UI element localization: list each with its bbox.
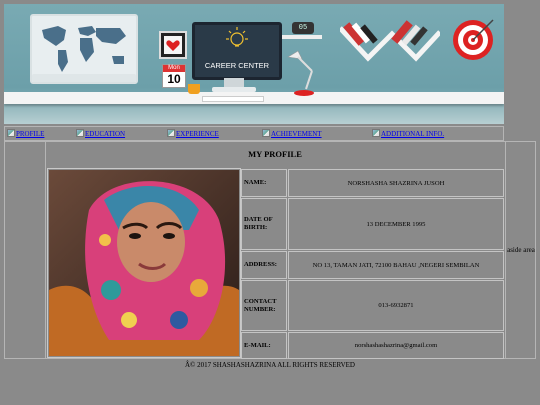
monitor-screen: CAREER CENTER — [192, 22, 282, 80]
info-label: E-MAIL: — [241, 332, 287, 359]
calendar-icon: Mon 10 — [162, 64, 186, 88]
info-value: norshashashazrina@gmail.com — [288, 332, 504, 359]
banner-desk-front — [4, 104, 504, 124]
left-empty-cell — [5, 142, 46, 358]
info-value: 13 DECEMBER 1995 — [288, 198, 504, 250]
profile-photo — [47, 168, 241, 358]
calendar-day: 10 — [167, 72, 181, 86]
profile-photo-image — [49, 170, 239, 356]
nav-link-label: EXPERIENCE — [176, 130, 219, 138]
info-row-name: NAME: NORSHASHA SHAZRINA JUSOH — [241, 168, 505, 197]
digital-clock: 05 — [292, 22, 314, 34]
map-board-stand — [32, 74, 136, 82]
info-row-address: ADDRESS: NO 13, TAMAN JATI, 72100 BAHAU … — [241, 250, 505, 279]
nav-link-achievement[interactable]: ACHIEVEMENT — [262, 129, 322, 138]
desk-lamp-icon — [287, 50, 314, 96]
nav-link-education[interactable]: EDUCATION — [76, 129, 125, 138]
broken-image-icon — [372, 129, 380, 137]
nav-link-profile[interactable]: PROFILE — [7, 129, 44, 138]
broken-image-icon — [76, 129, 84, 137]
info-label: NAME: — [241, 169, 287, 197]
info-value: NO 13, TAMAN JATI, 72100 BAHAU ,NEGERI S… — [288, 251, 504, 279]
nav-link-label: ADDITIONAL INFO. — [381, 130, 445, 138]
nav-link-label: PROFILE — [16, 130, 45, 138]
info-value: NORSHASHA SHAZRINA JUSOH — [288, 169, 504, 197]
keyboard-icon — [202, 96, 264, 102]
aside-area: aside area — [505, 142, 536, 358]
page-title: MY PROFILE — [248, 149, 302, 159]
nav-link-label: ACHIEVEMENT — [271, 130, 322, 138]
world-map-icon — [42, 26, 126, 72]
monitor-title: CAREER CENTER — [204, 61, 270, 70]
info-row-email: E-MAIL: norshashashazrina@gmail.com — [241, 331, 505, 359]
bookshelf-icon — [340, 20, 440, 62]
info-value: 013-6932871 — [288, 280, 504, 331]
main-nav: PROFILE EDUCATION EXPERIENCE ACHIEVEMENT… — [4, 126, 504, 141]
broken-image-icon — [167, 129, 175, 137]
nav-link-additional-info[interactable]: ADDITIONAL INFO. — [372, 129, 444, 138]
mug-icon — [188, 84, 200, 94]
career-center-banner: Mon 10 CAREER CENTER 05 — [4, 4, 504, 124]
calendar-month: Mon — [163, 65, 185, 72]
info-label: DATE OF BIRTH: — [241, 198, 287, 250]
profile-layout-table: MY PROFILE NAME: NORSHASHA SHAZRINA JUSO… — [4, 141, 536, 359]
info-row-dob: DATE OF BIRTH: 13 DECEMBER 1995 — [241, 197, 505, 250]
lightbulb-icon — [226, 27, 248, 47]
broken-image-icon — [7, 129, 15, 137]
nav-link-label: EDUCATION — [85, 130, 126, 138]
footer-copyright: Â© 2017 SHASHASHAZRINA ALL RIGHTS RESERV… — [185, 361, 355, 369]
nav-link-experience[interactable]: EXPERIENCE — [167, 129, 219, 138]
clock-shelf — [282, 35, 322, 39]
monitor-base — [212, 87, 256, 92]
broken-image-icon — [262, 129, 270, 137]
info-label: CONTACT NUMBER: — [241, 280, 287, 331]
profile-info-table: NAME: NORSHASHA SHAZRINA JUSOH DATE OF B… — [241, 168, 505, 359]
info-label: ADDRESS: — [241, 251, 287, 279]
heart-frame-icon — [159, 31, 187, 59]
info-row-contact: CONTACT NUMBER: 013-6932871 — [241, 279, 505, 331]
target-icon — [453, 19, 494, 60]
